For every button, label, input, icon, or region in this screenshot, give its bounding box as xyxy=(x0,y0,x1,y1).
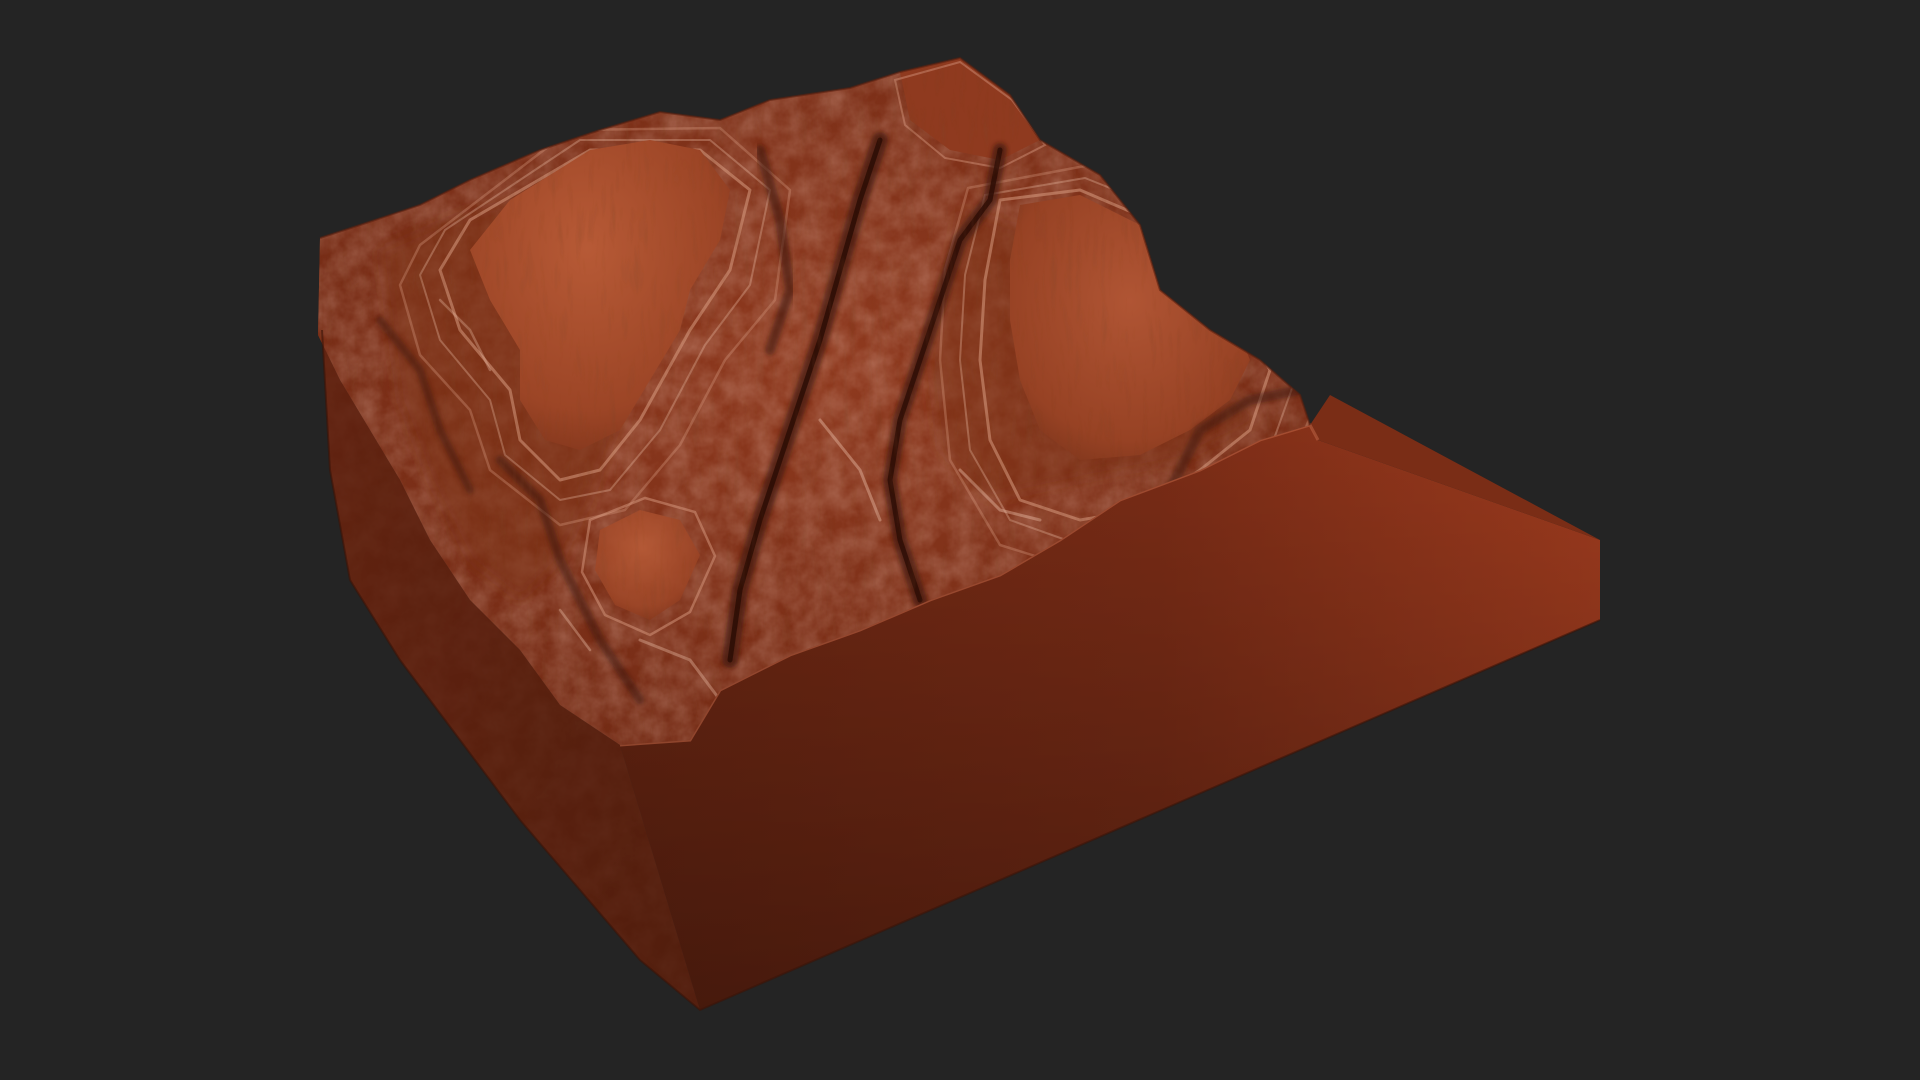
viewport-background xyxy=(0,0,1920,1080)
terrain-render xyxy=(318,56,1601,1012)
